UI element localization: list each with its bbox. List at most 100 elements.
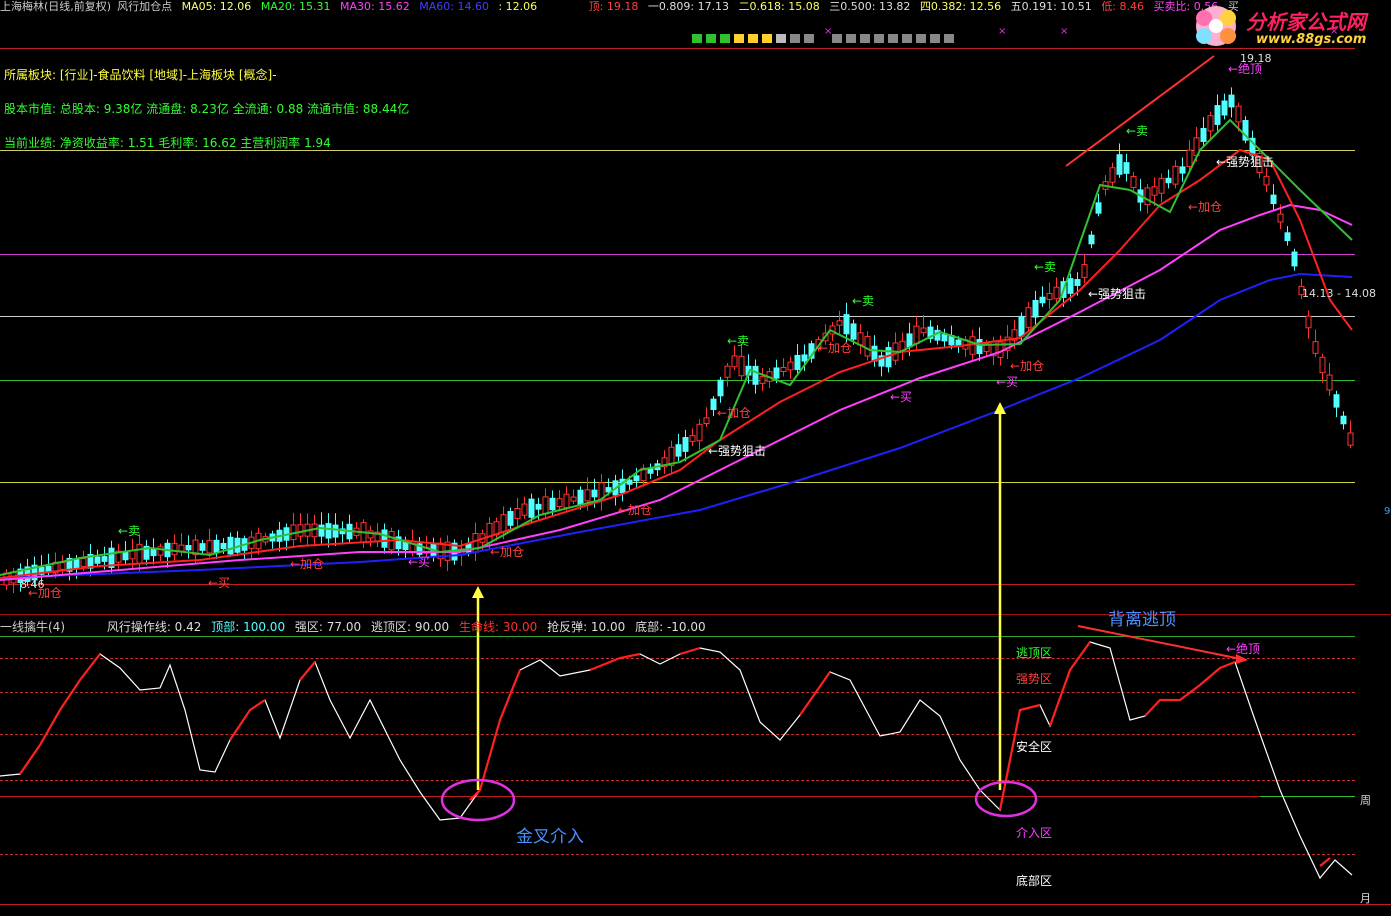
- range-label: 14.13 - 14.08: [1302, 287, 1376, 300]
- candle: [1347, 432, 1354, 446]
- candle: [689, 435, 696, 442]
- candle: [1179, 166, 1186, 174]
- flower-icon: [1196, 6, 1236, 46]
- candle: [1165, 177, 1172, 184]
- candle: [836, 320, 843, 326]
- candle: [136, 543, 143, 564]
- ma30-line: [0, 203, 1353, 581]
- candle: [1158, 177, 1165, 194]
- sell-signal: ←卖: [118, 524, 141, 538]
- candle: [577, 489, 584, 505]
- candle: [1319, 356, 1326, 374]
- candle: [213, 539, 220, 553]
- strong-zone-label: 强势区: [1016, 672, 1053, 686]
- oscillator-red-segment: [589, 652, 641, 672]
- candle: [507, 511, 514, 526]
- candle: [514, 507, 521, 520]
- sub-bottom-value: 底部: -10.00: [635, 620, 706, 634]
- candle: [920, 327, 927, 334]
- candle: [1207, 115, 1214, 132]
- candle: [1046, 293, 1053, 300]
- oscillator-red-segment: [1144, 660, 1236, 717]
- candle: [724, 365, 731, 378]
- candle: [1270, 194, 1277, 205]
- candle: [1284, 232, 1291, 242]
- candle: [94, 556, 101, 564]
- candle: [1081, 264, 1088, 278]
- candle: [1214, 105, 1221, 125]
- month-label: 月: [1360, 892, 1371, 905]
- candle: [584, 489, 591, 502]
- sub-life-value: 生命线: 30.00: [459, 620, 538, 634]
- candle: [1333, 394, 1340, 408]
- candle: [185, 545, 192, 551]
- candle: [1305, 315, 1312, 329]
- candles-group: [3, 87, 1354, 594]
- candle: [1116, 154, 1123, 175]
- candle: [955, 339, 962, 346]
- candlestick-chart[interactable]: × × ××: [0, 0, 1391, 916]
- candle: [1228, 94, 1235, 108]
- candle: [59, 562, 66, 570]
- candle: [318, 524, 325, 537]
- candle: [570, 496, 577, 502]
- candle: [913, 325, 920, 344]
- oscillator-red-segment: [679, 646, 701, 656]
- candle: [1018, 315, 1025, 337]
- candle: [1095, 202, 1102, 214]
- candle: [1291, 251, 1298, 267]
- candle: [1263, 175, 1270, 186]
- candle: [696, 423, 703, 442]
- golden-cross-annotation: 金叉介入: [516, 827, 584, 847]
- candle: [1067, 278, 1074, 294]
- add-signal: ←加仓: [717, 406, 752, 420]
- candle: [535, 503, 542, 510]
- escape-zone-label: 逃顶区: [1016, 646, 1053, 660]
- buy-signal: ←买: [208, 576, 231, 590]
- strong-signal: ←强势狙击: [1216, 155, 1275, 169]
- oscillator-red-segments: [19, 641, 1331, 867]
- axis-nine: 9: [1384, 506, 1391, 517]
- sub-indicator-name[interactable]: 一线擒牛(4): [0, 620, 65, 634]
- sell-signal: ←卖: [852, 294, 875, 308]
- candle: [528, 498, 535, 518]
- candle: [101, 556, 108, 562]
- candle: [1039, 296, 1046, 304]
- candle: [1130, 176, 1137, 188]
- candle: [556, 498, 563, 508]
- golden-arrow-head: [472, 586, 484, 598]
- candle: [1032, 299, 1039, 318]
- candle: [1200, 127, 1207, 143]
- candle: [1235, 105, 1242, 123]
- candle: [178, 544, 185, 552]
- candle: [752, 365, 759, 385]
- candle: [1221, 100, 1228, 116]
- candle: [857, 332, 864, 346]
- sub-rebound-value: 抢反弹: 10.00: [547, 620, 626, 634]
- sub-top-value: 顶部: 100.00: [211, 620, 286, 634]
- add-signal: ←加仓: [28, 586, 63, 600]
- candle: [794, 354, 801, 371]
- logo-text: 分析家公式网: [1246, 10, 1366, 34]
- candle: [381, 529, 388, 548]
- candle: [1312, 341, 1319, 354]
- candle: [549, 497, 556, 511]
- sell-signal: ←卖: [1126, 124, 1149, 138]
- add-signal: ←加仓: [490, 545, 525, 559]
- candle: [976, 338, 983, 355]
- candle: [227, 536, 234, 555]
- candle: [850, 323, 857, 340]
- logo-url: www.88gs.com: [1256, 32, 1367, 47]
- candle: [1109, 167, 1116, 183]
- candle: [206, 539, 213, 554]
- candle: [73, 558, 80, 569]
- candle: [941, 334, 948, 342]
- oscillator-red-segment: [799, 671, 831, 716]
- candle: [843, 314, 850, 335]
- add-signal: ←加仓: [1188, 200, 1223, 214]
- candle: [717, 379, 724, 397]
- candle: [1144, 187, 1151, 206]
- candle: [500, 514, 507, 533]
- candle: [675, 444, 682, 457]
- strong-signal: ←强势狙击: [708, 444, 767, 458]
